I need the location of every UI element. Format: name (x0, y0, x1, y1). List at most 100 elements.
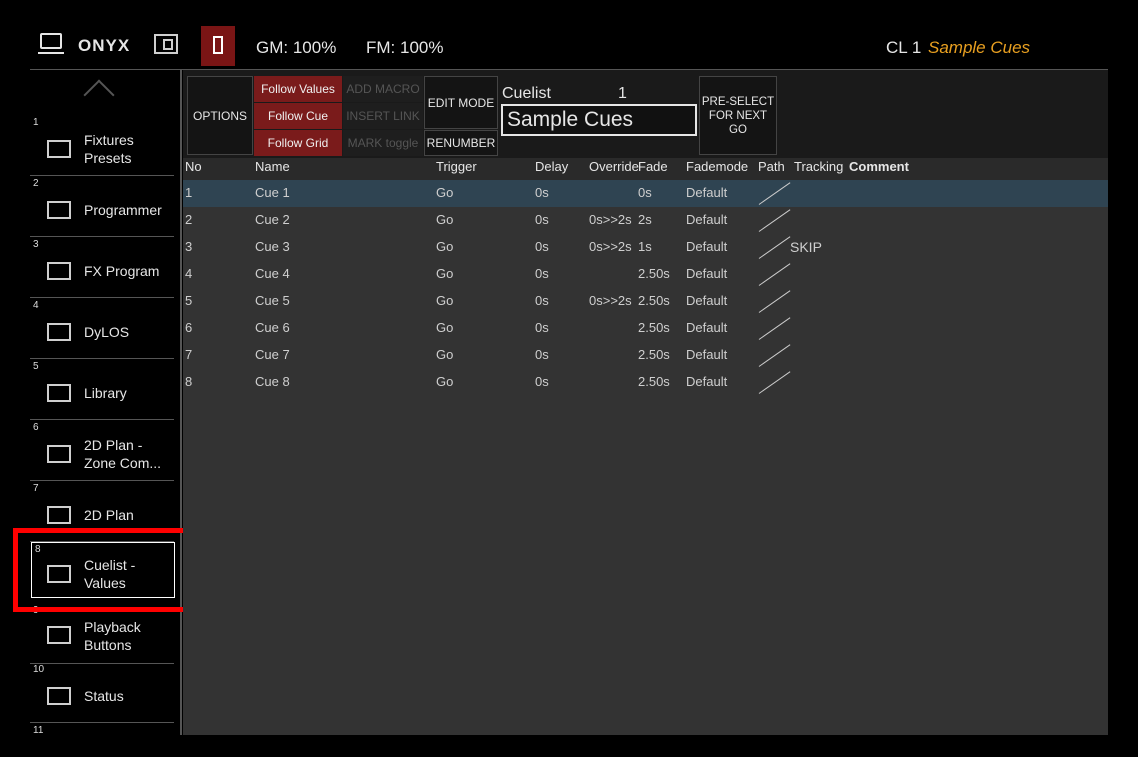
cell-no: 4 (185, 266, 193, 281)
sidebar-item-label: Library (84, 385, 127, 401)
cell-delay: 0s (535, 212, 549, 227)
view-icon (47, 626, 71, 644)
sidebar-item-2d-plan-zone[interactable]: 6 2D Plan - Zone Com... (30, 421, 174, 481)
cell-fademode: Default (686, 374, 728, 389)
door-icon (213, 36, 223, 54)
col-header-delay[interactable]: Delay (535, 158, 568, 176)
cell-name: Cue 4 (255, 266, 290, 281)
cell-trigger: Go (436, 266, 454, 281)
col-header-fade[interactable]: Fade (638, 158, 668, 176)
grand-master-readout[interactable]: GM: 100% (256, 38, 336, 58)
follow-grid-button[interactable]: Follow Grid (254, 130, 342, 156)
cell-fade: 2.50s (638, 320, 670, 335)
cell-delay: 0s (535, 320, 549, 335)
sidebar-item-label: Status (84, 688, 124, 704)
cell-tracking: SKIP (790, 239, 822, 255)
cell-no: 3 (185, 239, 193, 254)
sidebar-item-label: 2D Plan (84, 507, 134, 523)
follow-cue-button[interactable]: Follow Cue (254, 103, 342, 129)
cell-no: 6 (185, 320, 193, 335)
renumber-button[interactable]: RENUMBER (424, 130, 498, 156)
cell-name: Cue 6 (255, 320, 290, 335)
edit-mode-button[interactable]: EDIT MODE (424, 76, 498, 129)
cell-name: Cue 1 (255, 185, 290, 200)
cuelist-name-field[interactable]: Sample Cues (501, 104, 697, 136)
sidebar-item-number: 6 (33, 422, 39, 433)
sidebar-item-label: Playback Buttons (84, 619, 141, 653)
col-header-fademode[interactable]: Fademode (686, 158, 748, 176)
sidebar-item-playback-buttons[interactable]: 9 Playback Buttons (30, 604, 174, 664)
sidebar-item-label: Programmer (84, 202, 162, 218)
col-header-name[interactable]: Name (255, 158, 290, 176)
monitor-icon[interactable] (38, 33, 64, 54)
cell-trigger: Go (436, 320, 454, 335)
preselect-next-go-button[interactable]: PRE-SELECT FOR NEXT GO (699, 76, 777, 155)
cell-no: 7 (185, 347, 193, 362)
flash-master-readout[interactable]: FM: 100% (366, 38, 443, 58)
current-cuelist-name: Sample Cues (928, 38, 1031, 57)
cell-trigger: Go (436, 374, 454, 389)
sidebar-item-dylos[interactable]: 4 DyLOS (30, 299, 174, 359)
sidebar-item-status[interactable]: 10 Status (30, 663, 174, 723)
cell-fademode: Default (686, 347, 728, 362)
mark-toggle-button[interactable]: MARK toggle (343, 130, 423, 156)
highlight-rectangle (13, 528, 191, 612)
cell-fade: 2.50s (638, 374, 670, 389)
sidebar-item-number: 10 (33, 664, 45, 675)
cell-trigger: Go (436, 239, 454, 254)
cell-fade: 1s (638, 239, 652, 254)
view-icon (47, 323, 71, 341)
cell-override: 0s>>2s (589, 212, 632, 227)
sidebar-item-programmer[interactable]: 2 Programmer (30, 177, 174, 237)
sidebar-item-number: 7 (33, 483, 39, 494)
insert-link-button[interactable]: INSERT LINK (343, 103, 423, 129)
cell-name: Cue 5 (255, 293, 290, 308)
view-icon (47, 445, 71, 463)
fixture-toggle-button[interactable] (201, 26, 235, 66)
sidebar-item-11[interactable]: 11 (30, 724, 174, 735)
options-button[interactable]: OPTIONS (187, 76, 253, 155)
cell-fade: 2.50s (638, 347, 670, 362)
sidebar-item-number: 2 (33, 178, 39, 189)
follow-values-button[interactable]: Follow Values (254, 76, 342, 102)
sidebar-item-number: 1 (33, 117, 39, 128)
view-icon (47, 506, 71, 524)
sidebar-item-label: DyLOS (84, 324, 130, 340)
cell-name: Cue 7 (255, 347, 290, 362)
col-header-trigger[interactable]: Trigger (436, 158, 477, 176)
preselect-label-3: GO (729, 123, 747, 136)
cell-fademode: Default (686, 320, 728, 335)
cell-fademode: Default (686, 293, 728, 308)
sidebar-item-fx-program[interactable]: 3 FX Program (30, 238, 174, 298)
sidebar-divider (180, 70, 182, 735)
sidebar-item-fixtures-presets[interactable]: 1 Fixtures Presets (30, 116, 174, 176)
cell-no: 8 (185, 374, 193, 389)
cell-trigger: Go (436, 293, 454, 308)
cell-fade: 2.50s (638, 266, 670, 281)
col-header-path[interactable]: Path (758, 158, 785, 176)
cell-name: Cue 8 (255, 374, 290, 389)
col-header-tracking[interactable]: Tracking (794, 158, 843, 176)
col-header-no[interactable]: No (185, 158, 202, 176)
preselect-label-1: PRE-SELECT (701, 95, 775, 108)
cell-trigger: Go (436, 347, 454, 362)
cell-fademode: Default (686, 239, 728, 254)
col-header-comment[interactable]: Comment (849, 158, 909, 176)
cell-fade: 0s (638, 185, 652, 200)
cell-trigger: Go (436, 212, 454, 227)
cell-delay: 0s (535, 185, 549, 200)
cell-no: 5 (185, 293, 193, 308)
view-icon (47, 384, 71, 402)
sidebar-item-number: 3 (33, 239, 39, 250)
sidebar-item-number: 5 (33, 361, 39, 372)
view-icon (47, 262, 71, 280)
col-header-override[interactable]: Override (589, 158, 639, 176)
cell-delay: 0s (535, 266, 549, 281)
sidebar-item-library[interactable]: 5 Library (30, 360, 174, 420)
sidebar-item-label: Fixtures Presets (84, 132, 134, 166)
cell-delay: 0s (535, 239, 549, 254)
sidebar-item-number: 4 (33, 300, 39, 311)
lock-screen-icon[interactable] (154, 34, 178, 54)
add-macro-button[interactable]: ADD MACRO (343, 76, 423, 102)
cell-override: 0s>>2s (589, 239, 632, 254)
